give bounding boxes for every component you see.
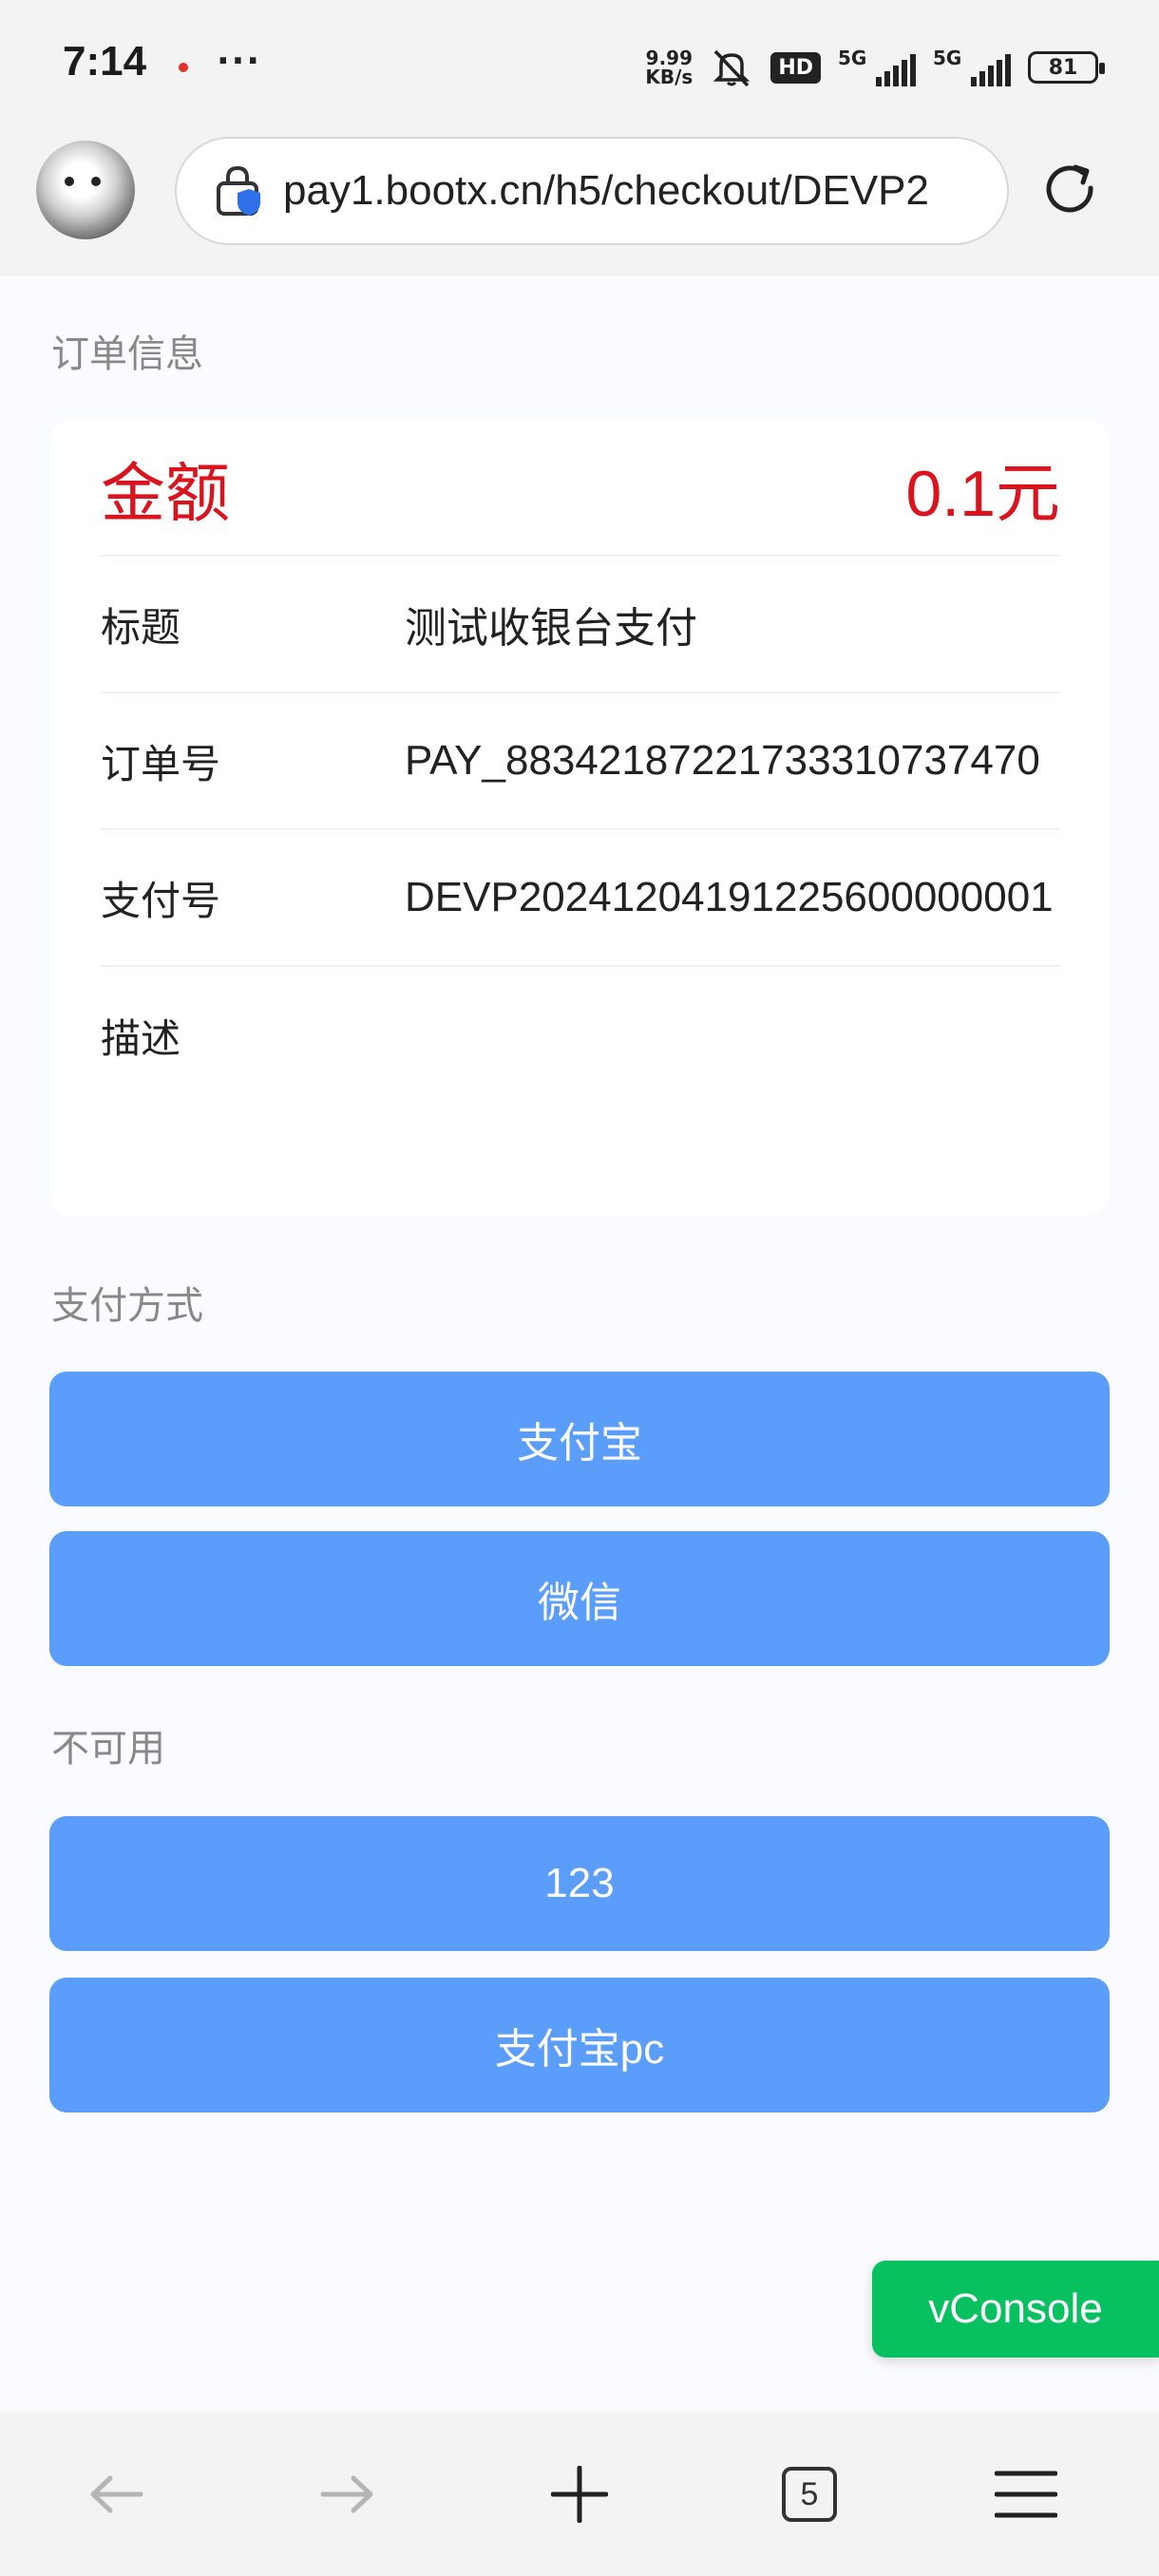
checkout-page: 订单信息 金额 0.1元 标题 测试收银台支付 订单号 PAY_88342187… — [0, 275, 1159, 2413]
plus-icon — [551, 2466, 608, 2523]
info-key: 订单号 — [101, 740, 221, 787]
arrow-right-icon — [320, 2475, 373, 2513]
user-avatar[interactable] — [36, 141, 135, 239]
more-notifications-icon: ··· — [217, 42, 262, 81]
url-text: pay1.bootx.cn/h5/checkout/DEVP2 — [283, 167, 929, 214]
info-row-payment-no: 支付号 DEVP20241204191225600000001 — [101, 830, 1060, 967]
unavailable-method-123-button[interactable]: 123 — [49, 1816, 1110, 1951]
browser-toolbar: pay1.bootx.cn/h5/checkout/DEVP2 — [0, 133, 1159, 275]
forward-button[interactable] — [310, 2456, 386, 2532]
info-row-description: 描述 — [101, 967, 1060, 1104]
signal-5g-1-icon: 5G — [838, 47, 916, 86]
wechat-pay-button[interactable]: 微信 — [49, 1531, 1110, 1666]
info-key: 标题 — [101, 603, 181, 651]
status-time: 7:14 — [63, 38, 147, 85]
new-tab-button[interactable] — [542, 2456, 618, 2532]
signal-1-label: 5G — [838, 47, 867, 69]
battery-icon: 81 — [1028, 51, 1105, 84]
amount-label: 金额 — [101, 456, 231, 532]
alipay-pc-button[interactable]: 支付宝pc — [49, 1978, 1110, 2112]
notification-dot-icon — [179, 63, 188, 72]
network-speed-unit: KB/s — [645, 66, 694, 88]
vconsole-button[interactable]: vConsole — [872, 2261, 1159, 2358]
status-icons: 9.99 KB/s HD 5G 5G 81 — [645, 42, 1105, 93]
amount-value: 0.1元 — [905, 457, 1060, 530]
unavailable-title: 不可用 — [51, 1727, 165, 1771]
hamburger-menu-icon — [995, 2471, 1057, 2518]
alipay-button[interactable]: 支付宝 — [49, 1372, 1110, 1506]
address-bar[interactable]: pay1.bootx.cn/h5/checkout/DEVP2 — [175, 137, 1009, 245]
info-value: PAY_883421872217333107374​70 — [405, 737, 1040, 784]
back-button[interactable] — [78, 2456, 154, 2532]
order-card: 金额 0.1元 标题 测试收银台支付 订单号 PAY_8834218722173… — [49, 420, 1110, 1216]
payment-methods-title: 支付方式 — [51, 1284, 203, 1328]
secure-lock-icon — [217, 165, 260, 216]
mute-bell-icon — [713, 49, 750, 87]
info-row-order-no: 订单号 PAY_883421872217333107374​70 — [101, 693, 1060, 830]
status-bar: 7:14 ··· 9.99 KB/s HD 5G 5G 81 — [0, 0, 1159, 133]
info-key: 描述 — [101, 1014, 181, 1062]
order-info-title: 订单信息 — [51, 332, 203, 376]
arrow-left-icon — [90, 2475, 143, 2513]
info-value: 测试收银台支付 — [405, 605, 697, 652]
menu-button[interactable] — [988, 2456, 1064, 2532]
hd-voice-badge: HD — [770, 51, 821, 84]
signal-5g-2-icon: 5G — [933, 47, 1011, 86]
tabs-count: 5 — [782, 2467, 837, 2522]
amount-row: 金额 0.1元 — [101, 420, 1060, 557]
network-speed: 9.99 KB/s — [645, 48, 693, 86]
info-value: DEVP20241204191225600000001 — [405, 874, 1054, 920]
refresh-icon[interactable] — [1041, 160, 1102, 220]
browser-bottom-nav: 5 — [0, 2413, 1159, 2576]
info-key: 支付号 — [101, 877, 221, 924]
network-speed-value: 9.99 — [645, 47, 694, 69]
signal-2-label: 5G — [933, 47, 962, 69]
tabs-button[interactable]: 5 — [771, 2456, 847, 2532]
info-row-title: 标题 测试收银台支付 — [101, 557, 1060, 693]
